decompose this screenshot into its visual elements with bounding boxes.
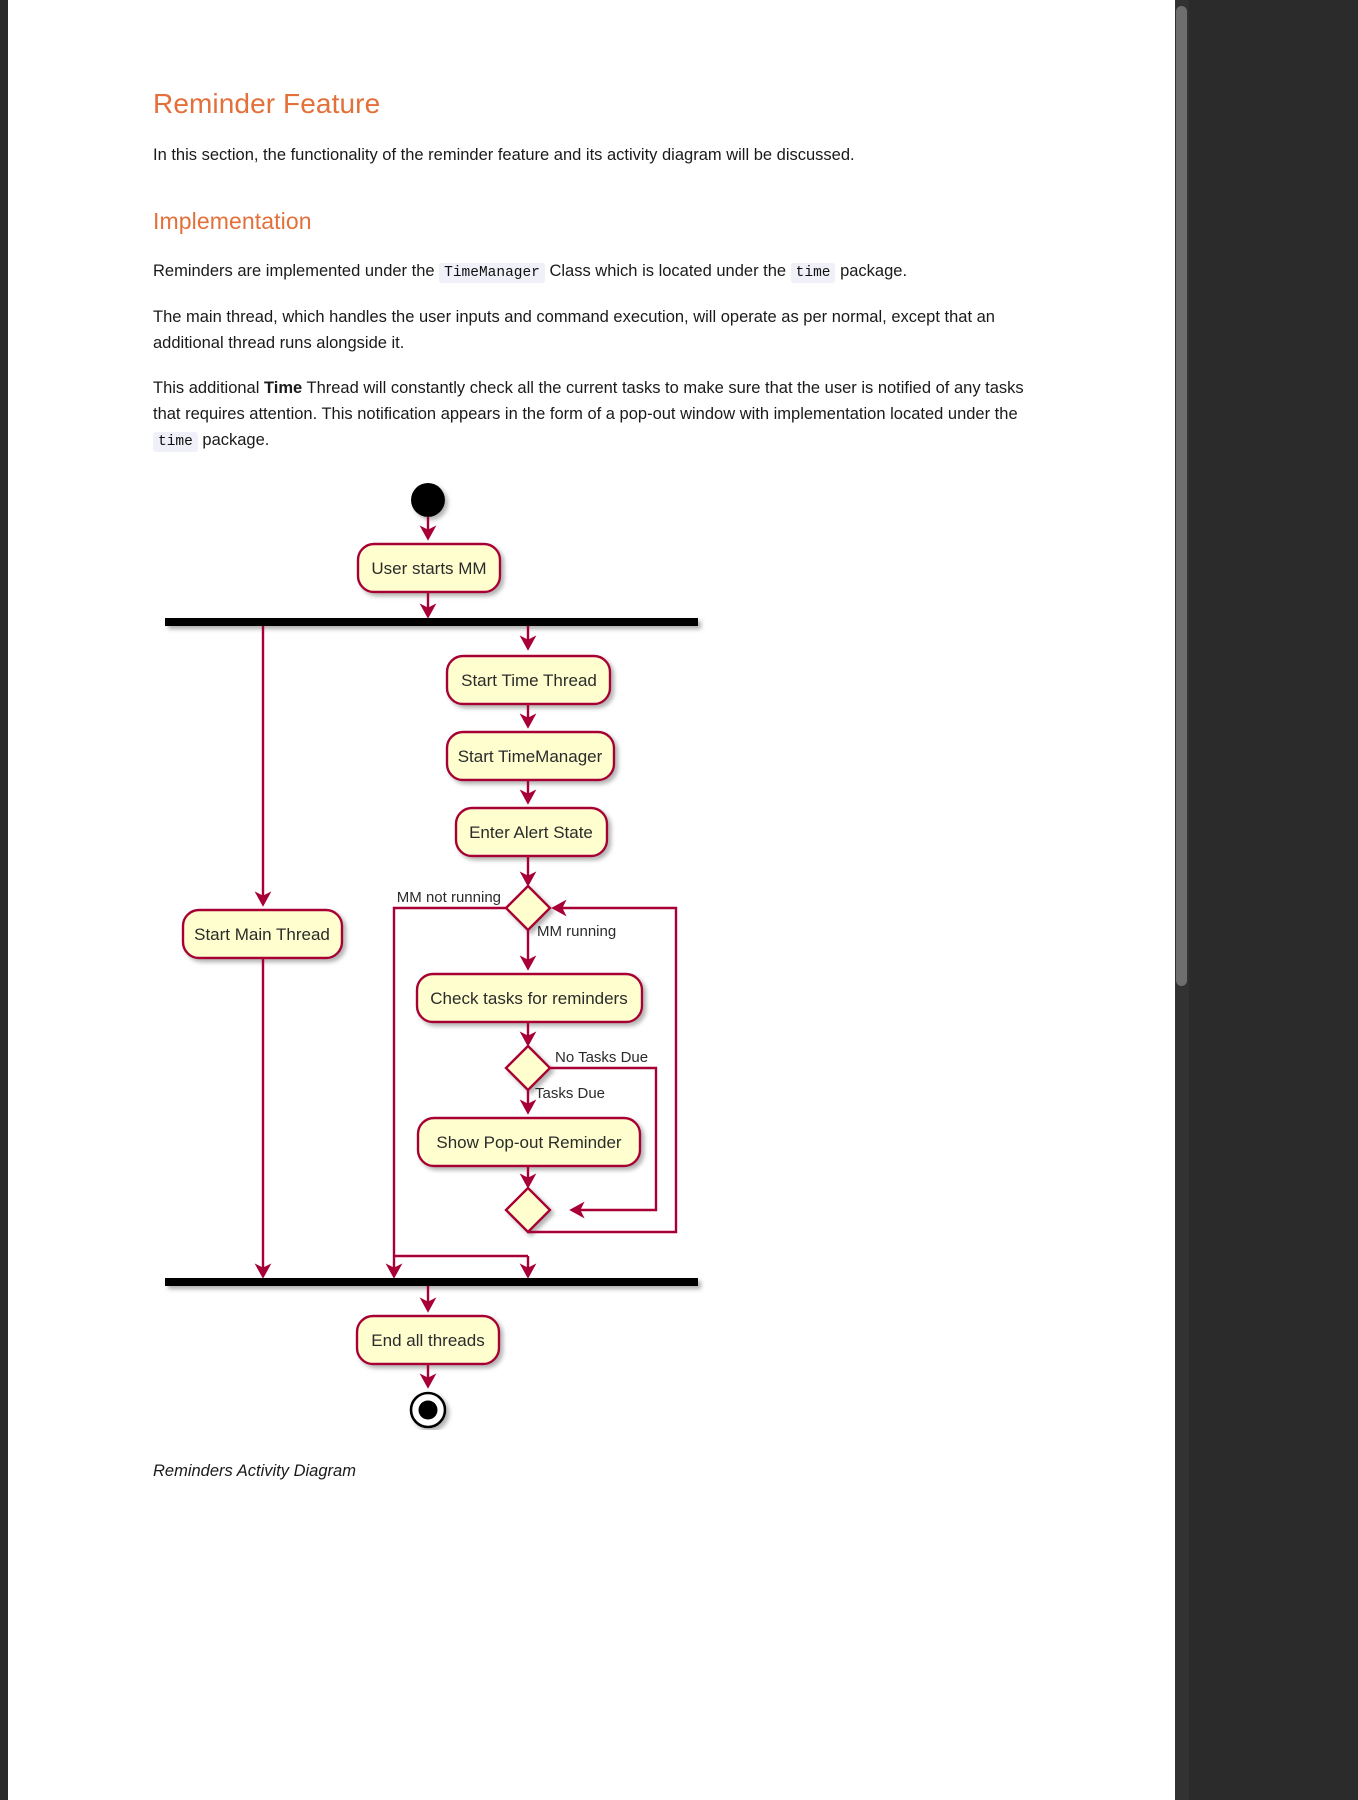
code-time-package-2: time <box>153 432 198 452</box>
activity-check-tasks-for-reminders: Check tasks for reminders <box>415 972 644 1024</box>
join-bar-bottom <box>165 1278 698 1286</box>
time-thread-paragraph: This additional Time Thread will constan… <box>153 375 1043 455</box>
implementation-paragraph: Reminders are implemented under the Time… <box>153 258 1043 286</box>
main-thread-paragraph: The main thread, which handles the user … <box>153 308 995 352</box>
intro-paragraph: In this section, the functionality of th… <box>153 146 855 164</box>
activity-show-popout-reminder-label: Show Pop-out Reminder <box>436 1133 622 1152</box>
page-title: Reminder Feature <box>153 88 381 119</box>
diagram-caption: Reminders Activity Diagram <box>153 1462 356 1480</box>
vertical-scrollbar-thumb[interactable] <box>1176 6 1187 986</box>
activity-start-main-thread-label: Start Main Thread <box>194 925 330 944</box>
activity-user-starts-mm-label: User starts MM <box>371 559 486 578</box>
impl-text-a: Reminders are implemented under the <box>153 262 440 280</box>
activity-end-all-threads-label: End all threads <box>371 1331 484 1350</box>
impl-text-c: package. <box>835 262 908 280</box>
activity-start-main-thread: Start Main Thread <box>181 908 344 960</box>
edge-merge-loop-back-to-decision-mm <box>528 899 678 1234</box>
window-gutter-left <box>0 0 8 1800</box>
activity-start-time-thread: Start Time Thread <box>445 654 612 706</box>
time-keyword: Time <box>263 379 303 397</box>
edge-label-mm-not-running: MM not running <box>397 889 501 906</box>
activity-user-starts-mm: User starts MM <box>356 542 502 594</box>
activity-end-all-threads: End all threads <box>355 1314 501 1366</box>
fork-bar-top <box>165 618 698 626</box>
decision-tasks-due <box>504 1044 552 1092</box>
impl-text-b: Class which is located under the <box>544 262 791 280</box>
edge-mm-not-running-to-join <box>385 906 506 1279</box>
window-gutter-right <box>1175 0 1358 1800</box>
edge-label-no-tasks-due: No Tasks Due <box>555 1049 648 1066</box>
activity-start-time-thread-label: Start Time Thread <box>461 671 597 690</box>
code-time-package-1: time <box>790 263 836 283</box>
start-node <box>411 483 445 517</box>
activity-check-tasks-for-reminders-label: Check tasks for reminders <box>430 989 627 1008</box>
activity-show-popout-reminder: Show Pop-out Reminder <box>416 1116 642 1168</box>
reminders-activity-diagram: User starts MM Start Time Thread Start T… <box>145 470 1045 1430</box>
time-text-a: This additional <box>153 379 264 397</box>
merge-node <box>504 1186 552 1234</box>
code-timemanager: TimeManager <box>439 263 545 283</box>
implementation-heading: Implementation <box>153 208 312 234</box>
edge-label-mm-running: MM running <box>537 923 616 940</box>
edge-label-tasks-due: Tasks Due <box>535 1085 605 1102</box>
activity-start-timemanager: Start TimeManager <box>445 730 616 782</box>
time-text-c: package. <box>197 431 270 449</box>
activity-enter-alert-state: Enter Alert State <box>454 806 609 858</box>
end-node <box>409 1391 447 1429</box>
activity-enter-alert-state-label: Enter Alert State <box>469 823 593 842</box>
activity-start-timemanager-label: Start TimeManager <box>458 747 603 766</box>
document-page: Reminder Feature In this section, the fu… <box>8 0 1175 1800</box>
